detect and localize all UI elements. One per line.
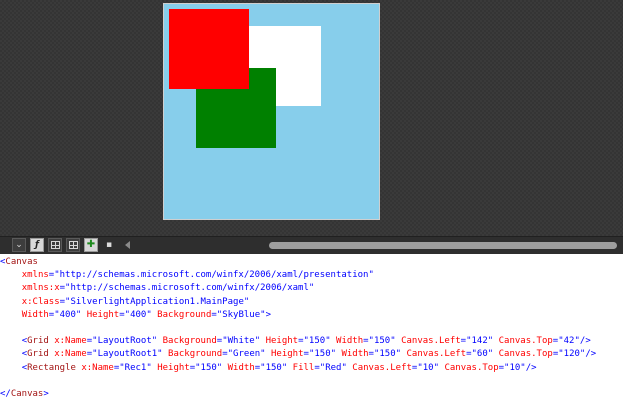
snap-plus-icon[interactable]: ✚ — [84, 238, 98, 252]
grid-snap-icon[interactable] — [66, 238, 80, 252]
font-icon[interactable]: ƒ — [30, 238, 44, 252]
triangle-left-icon[interactable] — [125, 241, 130, 249]
xaml-editor[interactable]: <Canvas xmlns="http://schemas.microsoft.… — [0, 254, 623, 403]
code-line-xmlns-x: xmlns:x="http://schemas.microsoft.com/wi… — [21, 283, 315, 294]
comment-icon[interactable]: ▪ — [102, 238, 116, 252]
code-line-rectangle-rec1: <Rectangle x:Name="Rec1" Height="150" Wi… — [21, 362, 537, 373]
code-line-xmlns: xmlns="http://schemas.microsoft.com/winf… — [21, 270, 374, 281]
code-line-x-class: x:Class="SilverlightApplication1.MainPag… — [21, 296, 250, 307]
code-line-grid-layoutroot1: <Grid x:Name="LayoutRoot1" Background="G… — [21, 349, 597, 360]
code-line-size: Width="400" Height="400" Background="Sky… — [21, 309, 271, 320]
code-line-canvas-open: <Canvas — [0, 257, 38, 267]
chevron-down-icon[interactable]: ⌄ — [12, 238, 26, 252]
code-line-blank-2 — [0, 375, 623, 388]
code-line-grid-layoutroot: <Grid x:Name="LayoutRoot" Background="Wh… — [21, 336, 591, 347]
rectangle-rec1-preview[interactable] — [169, 9, 249, 89]
canvas-preview[interactable] — [163, 3, 380, 220]
grid-icon[interactable] — [48, 238, 62, 252]
design-surface — [0, 0, 623, 236]
designer-toolbar: ⌄ ƒ ✚ ▪ — [0, 236, 623, 255]
horizontal-scrollbar[interactable] — [134, 242, 619, 249]
code-line-canvas-close: </Canvas> — [0, 388, 49, 399]
scrollbar-thumb[interactable] — [269, 242, 617, 249]
